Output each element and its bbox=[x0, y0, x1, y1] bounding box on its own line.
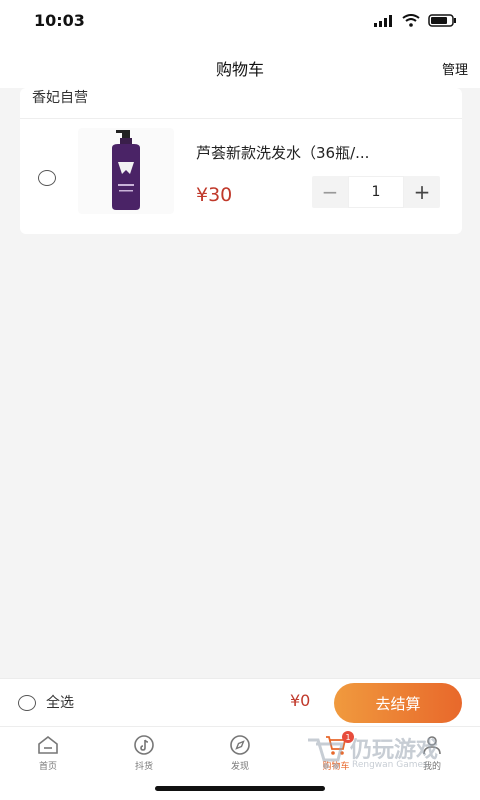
checkout-button[interactable]: 去结算 bbox=[334, 683, 462, 723]
decrease-button[interactable]: − bbox=[312, 176, 348, 208]
tab-cart[interactable]: 1 购物车 bbox=[306, 731, 366, 772]
total-price: ¥0 bbox=[290, 691, 311, 710]
manage-button[interactable]: 管理 bbox=[442, 59, 468, 78]
quantity-value[interactable]: 1 bbox=[348, 176, 404, 208]
wifi-icon bbox=[402, 14, 420, 27]
user-icon bbox=[423, 736, 441, 755]
status-icons bbox=[374, 14, 458, 27]
tab-douhuo-label: 抖货 bbox=[134, 762, 153, 772]
battery-icon bbox=[428, 14, 456, 27]
tab-discover-label: 发现 bbox=[230, 762, 249, 772]
store-divider bbox=[20, 118, 462, 119]
compass-icon bbox=[230, 735, 250, 755]
select-all-label[interactable]: 全选 bbox=[46, 692, 74, 712]
checkout-bar: 全选 ¥0 去结算 bbox=[0, 678, 480, 726]
product-name[interactable]: 芦荟新款洗发水（36瓶/... bbox=[196, 142, 446, 163]
status-bar: 10:03 bbox=[0, 0, 480, 44]
store-name: 香妃自营 bbox=[32, 90, 88, 106]
increase-button[interactable]: + bbox=[404, 176, 440, 208]
cart-badge: 1 bbox=[342, 731, 354, 743]
tab-home[interactable]: 首页 bbox=[18, 733, 78, 772]
page-title: 购物车 bbox=[215, 60, 264, 79]
select-all-checkbox[interactable] bbox=[18, 695, 36, 711]
item-checkbox[interactable] bbox=[38, 170, 56, 186]
shampoo-bottle-icon bbox=[112, 130, 140, 210]
tab-discover[interactable]: 发现 bbox=[210, 733, 270, 772]
store-card: 香妃自营 芦荟新款洗发水（36瓶/... ¥30 − 1 + bbox=[20, 88, 462, 234]
home-icon bbox=[38, 735, 58, 754]
product-image[interactable] bbox=[78, 128, 174, 214]
status-time: 10:03 bbox=[34, 11, 85, 30]
tiktok-icon bbox=[134, 735, 154, 755]
tab-mine[interactable]: 我的 bbox=[402, 733, 462, 772]
tab-douhuo[interactable]: 抖货 bbox=[114, 733, 174, 772]
nav-bar: 购物车 管理 bbox=[0, 44, 480, 88]
tab-home-label: 首页 bbox=[38, 762, 57, 772]
home-indicator bbox=[155, 786, 325, 791]
product-price: ¥30 bbox=[196, 184, 233, 206]
tab-mine-label: 我的 bbox=[422, 762, 441, 772]
signal-icon bbox=[374, 14, 392, 27]
quantity-stepper: − 1 + bbox=[312, 176, 440, 208]
tab-cart-label: 购物车 bbox=[322, 762, 350, 772]
